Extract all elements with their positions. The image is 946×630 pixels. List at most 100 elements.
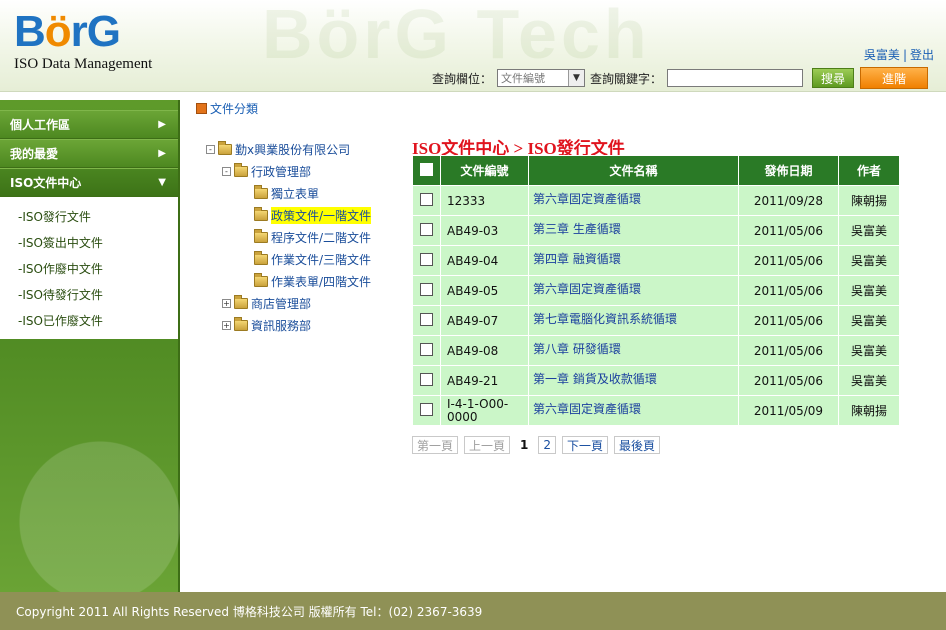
doc-name-link[interactable]: 第八章 研發循環 bbox=[528, 335, 739, 366]
doc-code: AB49-07 bbox=[440, 305, 529, 336]
sidebar-item-iso-center[interactable]: ISO文件中心 ▼ bbox=[0, 168, 178, 197]
doc-name-link[interactable]: 第六章固定資產循環 bbox=[528, 185, 739, 216]
column-header-date[interactable]: 發佈日期 bbox=[738, 155, 839, 186]
folder-icon bbox=[254, 206, 268, 221]
doc-name-link[interactable]: 第七章電腦化資訊系統循環 bbox=[528, 305, 739, 336]
collapse-icon[interactable]: - bbox=[206, 144, 215, 154]
row-select-cell bbox=[412, 365, 441, 396]
select-all-cell bbox=[412, 155, 441, 186]
collapse-icon[interactable]: - bbox=[222, 166, 231, 176]
doc-name-link[interactable]: 第一章 銷貨及收款循環 bbox=[528, 365, 739, 396]
sidebar-item-favorites[interactable]: 我的最愛 ▶ bbox=[0, 139, 178, 168]
select-all-checkbox[interactable] bbox=[420, 162, 433, 176]
row-checkbox[interactable] bbox=[420, 192, 433, 206]
doc-name-link[interactable]: 第六章固定資產循環 bbox=[528, 395, 739, 426]
submenu-item-pending[interactable]: -ISO待發行文件 bbox=[0, 281, 178, 307]
column-header-name[interactable]: 文件名稱 bbox=[528, 155, 739, 186]
doc-author: 吳富美 bbox=[838, 275, 900, 306]
first-page-button[interactable]: 第一頁 bbox=[412, 436, 459, 454]
tree-node-it-services[interactable]: + 資訊服務部 bbox=[206, 314, 371, 336]
category-tree: - 勤x興業股份有限公司 - 行政管理部 獨立表單 政策文件/一階文件 程序文件… bbox=[206, 138, 372, 336]
sidebar-item-personal-workspace[interactable]: 個人工作區 ▶ bbox=[0, 110, 178, 139]
user-links-separator: | bbox=[902, 48, 907, 62]
triangle-right-icon: ▶ bbox=[158, 148, 166, 159]
logo-subtitle: ISO Data Management bbox=[14, 56, 153, 72]
table-row: AB49-07 第七章電腦化資訊系統循環 2011/05/06 吳富美 bbox=[412, 305, 900, 336]
logo-text: BörG bbox=[14, 7, 121, 56]
row-select-cell bbox=[412, 185, 441, 216]
user-links: 吳富美 | 登出 bbox=[864, 46, 934, 63]
category-icon bbox=[196, 103, 207, 114]
row-checkbox[interactable] bbox=[420, 342, 433, 356]
column-header-code[interactable]: 文件編號 bbox=[440, 155, 529, 186]
triangle-down-icon: ▼ bbox=[158, 177, 166, 188]
advanced-search-button[interactable]: 進階 bbox=[860, 67, 928, 89]
row-select-cell bbox=[412, 275, 441, 306]
search-button[interactable]: 搜尋 bbox=[812, 68, 854, 88]
tree-node-store-mgmt[interactable]: + 商店管理部 bbox=[206, 292, 371, 314]
tree-node-procedure-docs[interactable]: 程序文件/二階文件 bbox=[206, 226, 371, 248]
row-checkbox[interactable] bbox=[420, 282, 433, 296]
search-bar: 查詢欄位： 文件編號 ▼ 查詢關鍵字： bbox=[432, 69, 804, 87]
tree-node-label: 商店管理部 bbox=[251, 296, 312, 311]
doc-name-link[interactable]: 第六章固定資產循環 bbox=[528, 275, 739, 306]
logout-link[interactable]: 登出 bbox=[910, 48, 934, 62]
tree-node-label: 勤x興業股份有限公司 bbox=[235, 142, 351, 157]
category-title[interactable]: 文件分類 bbox=[196, 100, 258, 117]
column-header-author[interactable]: 作者 bbox=[838, 155, 900, 186]
row-checkbox[interactable] bbox=[420, 252, 433, 266]
submenu-item-voiding[interactable]: -ISO作廢中文件 bbox=[0, 255, 178, 281]
expand-icon[interactable]: + bbox=[222, 298, 231, 308]
next-page-button[interactable]: 下一頁 bbox=[562, 436, 609, 454]
table-row: AB49-21 第一章 銷貨及收款循環 2011/05/06 吳富美 bbox=[412, 365, 900, 396]
doc-name-link[interactable]: 第三章 生產循環 bbox=[528, 215, 739, 246]
doc-code: 12333 bbox=[440, 185, 529, 216]
row-checkbox[interactable] bbox=[420, 312, 433, 326]
folder-icon bbox=[254, 272, 268, 287]
sidebar-submenu: -ISO發行文件 -ISO簽出中文件 -ISO作廢中文件 -ISO待發行文件 -… bbox=[0, 197, 178, 339]
doc-date: 2011/05/09 bbox=[738, 395, 839, 426]
row-select-cell bbox=[412, 245, 441, 276]
doc-author: 吳富美 bbox=[838, 215, 900, 246]
tree-node-admin[interactable]: - 行政管理部 bbox=[206, 160, 371, 182]
doc-date: 2011/05/06 bbox=[738, 215, 839, 246]
table-row: AB49-04 第四章 融資循環 2011/05/06 吳富美 bbox=[412, 245, 900, 276]
row-checkbox[interactable] bbox=[420, 372, 433, 386]
page-2-button[interactable]: 2 bbox=[538, 436, 557, 454]
submenu-item-issued[interactable]: -ISO發行文件 bbox=[0, 203, 178, 229]
tree-node-policy-docs[interactable]: 政策文件/一階文件 bbox=[206, 204, 372, 226]
doc-date: 2011/05/06 bbox=[738, 245, 839, 276]
search-keyword-input[interactable] bbox=[667, 69, 804, 87]
logo[interactable]: BörG ISO Data Management bbox=[14, 10, 152, 73]
row-checkbox[interactable] bbox=[420, 402, 433, 416]
tree-node-label: 行政管理部 bbox=[251, 164, 312, 179]
document-table: 文件編號 文件名稱 發佈日期 作者 12333 第六章固定資產循環 2011/0… bbox=[412, 155, 900, 426]
row-select-cell bbox=[412, 215, 441, 246]
row-checkbox[interactable] bbox=[420, 222, 433, 236]
row-select-cell bbox=[412, 335, 441, 366]
tree-node-standalone-forms[interactable]: 獨立表單 bbox=[206, 182, 371, 204]
triangle-right-icon: ▶ bbox=[158, 119, 166, 130]
last-page-button[interactable]: 最後頁 bbox=[614, 436, 661, 454]
folder-icon bbox=[254, 228, 268, 243]
doc-code: I-4-1-O00-0000 bbox=[440, 395, 529, 426]
submenu-item-checked-out[interactable]: -ISO簽出中文件 bbox=[0, 229, 178, 255]
search-field-select[interactable]: 文件編號 ▼ bbox=[497, 69, 586, 87]
tree-node-operation-docs[interactable]: 作業文件/三階文件 bbox=[206, 248, 371, 270]
doc-author: 吳富美 bbox=[838, 305, 900, 336]
prev-page-button[interactable]: 上一頁 bbox=[464, 436, 511, 454]
tree-node-label: 程序文件/二階文件 bbox=[271, 230, 372, 245]
submenu-item-voided[interactable]: -ISO已作廢文件 bbox=[0, 307, 178, 333]
tree-node-company[interactable]: - 勤x興業股份有限公司 bbox=[206, 138, 371, 160]
table-header-row: 文件編號 文件名稱 發佈日期 作者 bbox=[412, 155, 900, 186]
search-keyword-label: 查詢關鍵字： bbox=[590, 71, 663, 86]
user-name-link[interactable]: 吳富美 bbox=[864, 48, 900, 62]
doc-name-link[interactable]: 第四章 融資循環 bbox=[528, 245, 739, 276]
doc-code: AB49-04 bbox=[440, 245, 529, 276]
folder-icon bbox=[234, 294, 248, 309]
tree-node-operation-forms[interactable]: 作業表單/四階文件 bbox=[206, 270, 371, 292]
expand-icon[interactable]: + bbox=[222, 320, 231, 330]
doc-code: AB49-05 bbox=[440, 275, 529, 306]
row-select-cell bbox=[412, 305, 441, 336]
tree-node-label: 政策文件/一階文件 bbox=[271, 206, 372, 224]
